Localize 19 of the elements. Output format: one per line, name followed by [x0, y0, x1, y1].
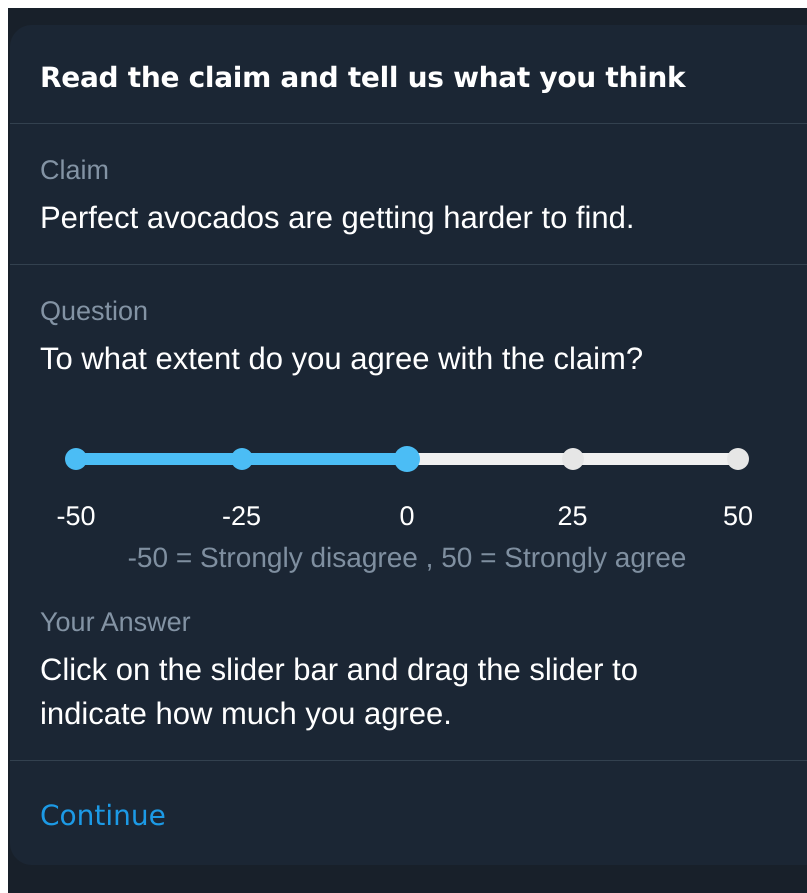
slider-caption: -50 = Strongly disagree , 50 = Strongly agree	[126, 542, 688, 574]
question-text: To what extent do you agree with the claim?	[40, 340, 644, 378]
tick-label: -50	[56, 500, 96, 532]
card-title: Read the claim and tell us what you think	[10, 25, 807, 124]
slider-track[interactable]	[63, 446, 751, 472]
continue-link[interactable]: Continue	[40, 799, 166, 832]
question-label: Question	[40, 295, 150, 327]
claim-label: Claim	[40, 154, 110, 186]
slider-thumb[interactable]	[394, 446, 420, 472]
tick-dot	[65, 448, 87, 470]
answer-label: Your Answer	[40, 606, 192, 638]
tick-label: 50	[722, 500, 754, 532]
tick-label: 0	[399, 500, 415, 532]
tick-label: 25	[557, 500, 588, 532]
tick-dot	[562, 448, 584, 470]
claim-text: Perfect avocados are getting harder to find.	[40, 199, 636, 237]
tick-label: -25	[222, 500, 262, 532]
answer-instructions: Click on the slider bar and drag the slider to indicate how much you agree.	[40, 651, 639, 733]
tick-dot	[727, 448, 749, 470]
